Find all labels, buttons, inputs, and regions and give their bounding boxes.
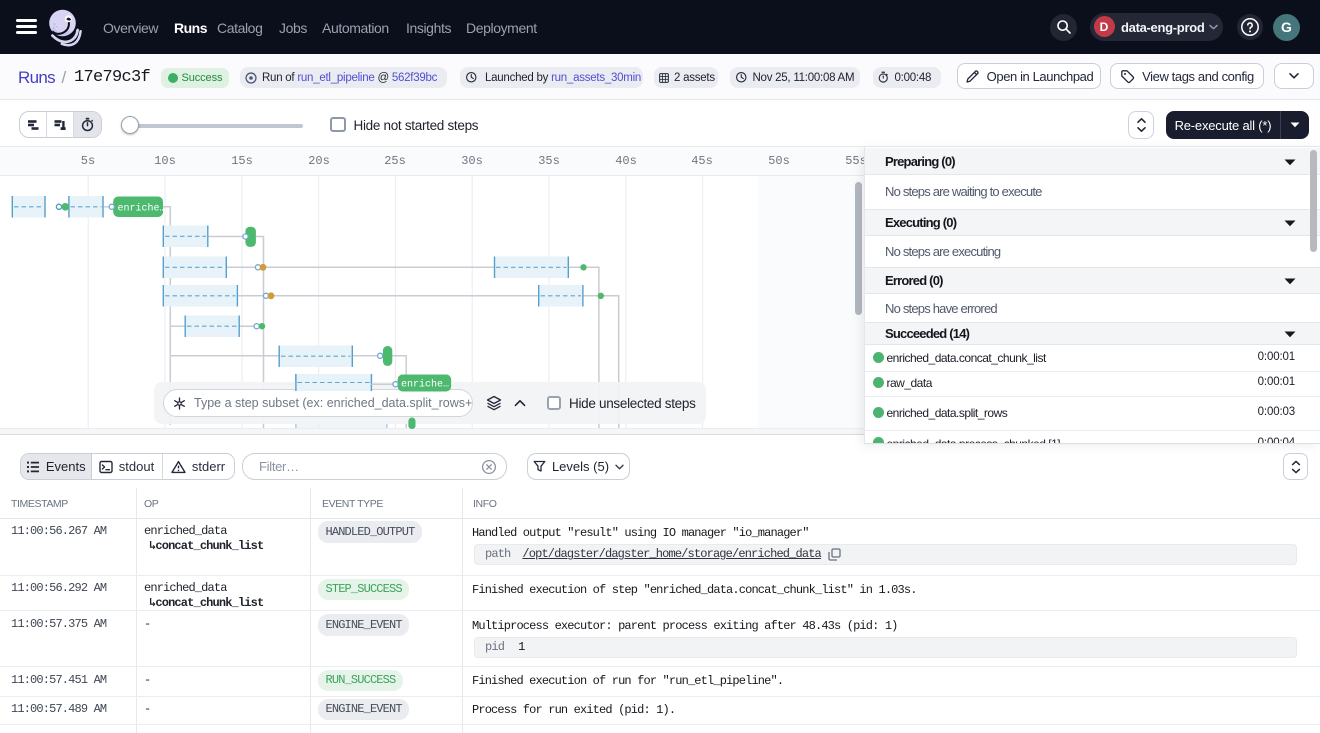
svg-text:enriche…: enriche… [118,203,166,215]
